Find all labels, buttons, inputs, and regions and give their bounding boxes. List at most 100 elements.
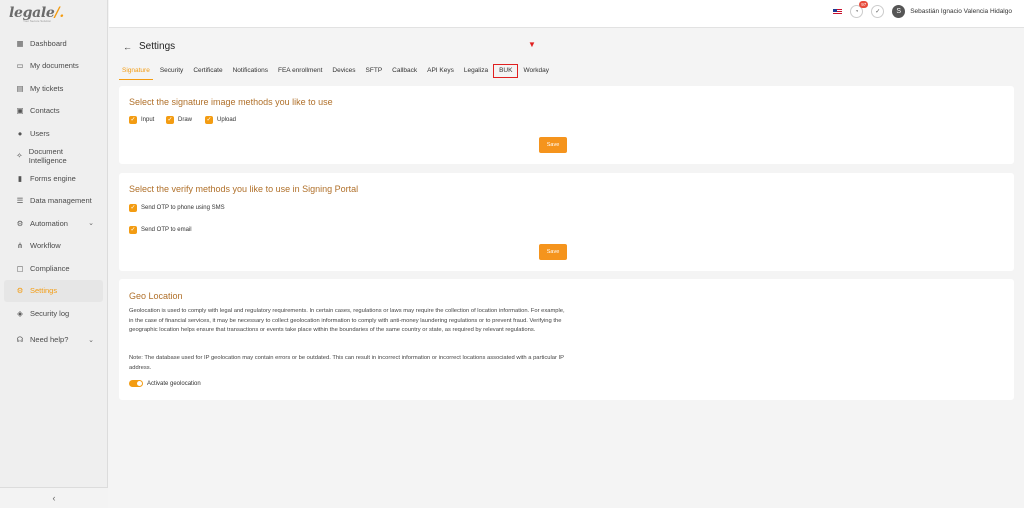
toggle-label: Activate geolocation — [147, 380, 201, 387]
logo-tagline: Your Secure Solution — [23, 19, 52, 23]
collapse-sidebar-button[interactable]: ‹ — [0, 487, 108, 508]
tab-legaliza[interactable]: Legaliza — [459, 65, 493, 77]
sidebar-item-label: Contacts — [30, 106, 60, 116]
automation-icon: ⚙ — [16, 218, 24, 228]
signature-methods-card: Select the signature image methods you l… — [119, 86, 1014, 164]
sidebar-item-automation[interactable]: ⚙ Automation ⌄ — [4, 212, 103, 235]
chevron-left-icon: ‹ — [52, 493, 56, 503]
notifications-button[interactable]: ◔ 97 — [850, 1, 869, 18]
contacts-icon: ▣ — [16, 106, 24, 116]
sidebar-item-label: Data management — [30, 196, 92, 206]
tab-workday[interactable]: Workday — [518, 65, 554, 77]
gear-icon: ⚙ — [16, 286, 24, 296]
sidebar-item-my-documents[interactable]: ▭ My documents — [4, 55, 103, 78]
signature-methods-title: Select the signature image methods you l… — [129, 97, 333, 107]
checkbox-upload[interactable]: ✓ Upload — [205, 116, 236, 124]
sidebar-item-workflow[interactable]: ⋔ Workflow — [4, 235, 103, 258]
checkbox-draw[interactable]: ✓ Draw — [166, 116, 192, 124]
checkbox-label: Draw — [178, 117, 193, 123]
sparkle-icon: ✧ — [16, 151, 23, 161]
sidebar-item-users[interactable]: ● Users — [4, 122, 103, 145]
checkbox-label: Send OTP to email — [141, 227, 192, 233]
tab-buk[interactable]: BUK — [493, 64, 519, 78]
checkbox-label: Send OTP to phone using SMS — [141, 205, 225, 211]
tab-callback[interactable]: Callback — [387, 65, 422, 77]
tasks-button[interactable]: ✓ — [871, 5, 885, 18]
dashboard-icon: ▦ — [16, 38, 24, 48]
checkbox-label: Input — [141, 117, 155, 123]
checkmark-icon: ✓ — [129, 116, 137, 124]
tab-fea-enrollment[interactable]: FEA enrollment — [273, 65, 327, 77]
sidebar-item-need-help[interactable]: ☊ Need help? ⌄ — [4, 329, 103, 352]
geolocation-toggle[interactable]: Activate geolocation — [129, 380, 201, 387]
avatar[interactable]: S — [892, 5, 906, 18]
sidebar-item-label: My documents — [30, 61, 79, 71]
main-content: ← Settings ▼ Signature Security Certific… — [109, 28, 1024, 508]
page-title: Settings — [139, 41, 176, 52]
sidebar-item-label: Need help? — [30, 335, 69, 345]
bell-icon: ◔ — [854, 8, 859, 15]
sidebar-item-label: Dashboard — [30, 38, 67, 48]
notification-badge: 97 — [859, 1, 869, 8]
sidebar-item-label: Security log — [30, 308, 70, 318]
workflow-icon: ⋔ — [16, 241, 24, 251]
logo[interactable]: legale/. Your Secure Solution — [0, 0, 107, 27]
save-signature-button[interactable]: Save — [539, 137, 567, 153]
sidebar-item-label: Users — [30, 128, 50, 138]
tab-sftp[interactable]: SFTP — [361, 65, 388, 77]
sidebar-item-label: Workflow — [30, 241, 61, 251]
annotation-arrow-icon: ▼ — [528, 40, 536, 49]
sidebar-item-label: Compliance — [30, 263, 70, 273]
checkbox-otp-email[interactable]: ✓ Send OTP to email — [129, 226, 192, 234]
flag-us-icon[interactable] — [833, 8, 843, 15]
headset-icon: ☊ — [16, 335, 24, 345]
compliance-icon: ▢ — [16, 263, 24, 273]
sidebar-item-label: Settings — [30, 286, 58, 296]
settings-tabs: Signature Security Certificate Notificat… — [117, 64, 554, 80]
page-header: ← Settings — [123, 41, 175, 52]
back-arrow-icon[interactable]: ← — [123, 42, 132, 52]
geo-location-card: Geo Location Geolocation is used to comp… — [119, 279, 1014, 400]
sidebar-item-dashboard[interactable]: ▦ Dashboard — [4, 32, 103, 55]
sidebar-item-compliance[interactable]: ▢ Compliance — [4, 257, 103, 280]
geo-description: Geolocation is used to comply with legal… — [129, 308, 565, 333]
sidebar-item-contacts[interactable]: ▣ Contacts — [4, 100, 103, 123]
checkbox-otp-sms[interactable]: ✓ Send OTP to phone using SMS — [129, 204, 225, 212]
sidebar-item-label: Document Intelligence — [28, 146, 67, 165]
geo-location-title: Geo Location — [129, 291, 183, 301]
check-icon: ✓ — [875, 9, 881, 15]
topbar: ◔ 97 ✓ S Sebastián Ignacio Valencia Hida… — [109, 0, 1024, 28]
verify-methods-title: Select the verify methods you like to us… — [129, 184, 359, 194]
sidebar-item-label: Automation — [30, 218, 68, 228]
save-verify-button[interactable]: Save — [539, 244, 567, 260]
checkmark-icon: ✓ — [129, 226, 137, 234]
user-name[interactable]: Sebastián Ignacio Valencia Hidalgo — [910, 8, 1012, 15]
sidebar-item-data-management[interactable]: ☰ Data management — [4, 190, 103, 213]
sidebar-item-forms-engine[interactable]: ▮ Forms engine — [4, 167, 103, 190]
shield-icon: ◈ — [17, 308, 23, 318]
sidebar: legale/. Your Secure Solution ▦ Dashboard… — [0, 0, 108, 508]
sidebar-item-security-log[interactable]: ◈ Security log — [4, 302, 103, 325]
sidebar-item-my-tickets[interactable]: ▤ My tickets — [4, 77, 103, 100]
database-icon: ☰ — [16, 196, 24, 206]
tab-certificate[interactable]: Certificate — [188, 65, 227, 77]
user-icon: ● — [17, 128, 23, 138]
sidebar-item-settings[interactable]: ⚙ Settings — [4, 279, 103, 302]
chevron-down-icon: ⌄ — [88, 336, 94, 344]
verify-methods-card: Select the verify methods you like to us… — [119, 173, 1014, 271]
sidebar-item-document-intelligence[interactable]: ✧ Document Intelligence — [4, 145, 103, 168]
tab-devices[interactable]: Devices — [327, 65, 360, 77]
tab-security[interactable]: Security — [155, 65, 188, 77]
sidebar-item-label: My tickets — [30, 83, 64, 93]
tab-notifications[interactable]: Notifications — [228, 65, 273, 77]
toggle-switch[interactable] — [129, 380, 143, 387]
checkmark-icon: ✓ — [129, 204, 137, 212]
checkbox-label: Upload — [217, 117, 237, 123]
geo-note: Note: The database used for IP geolocati… — [129, 355, 564, 371]
tab-signature[interactable]: Signature — [117, 65, 155, 80]
checkbox-input[interactable]: ✓ Input — [129, 116, 154, 124]
tab-api-keys[interactable]: API Keys — [422, 65, 459, 77]
ticket-icon: ▤ — [16, 83, 24, 93]
sidebar-nav: ▦ Dashboard ▭ My documents ▤ My tickets ▣ Co… — [0, 32, 107, 351]
sidebar-item-label: Forms engine — [30, 173, 76, 183]
